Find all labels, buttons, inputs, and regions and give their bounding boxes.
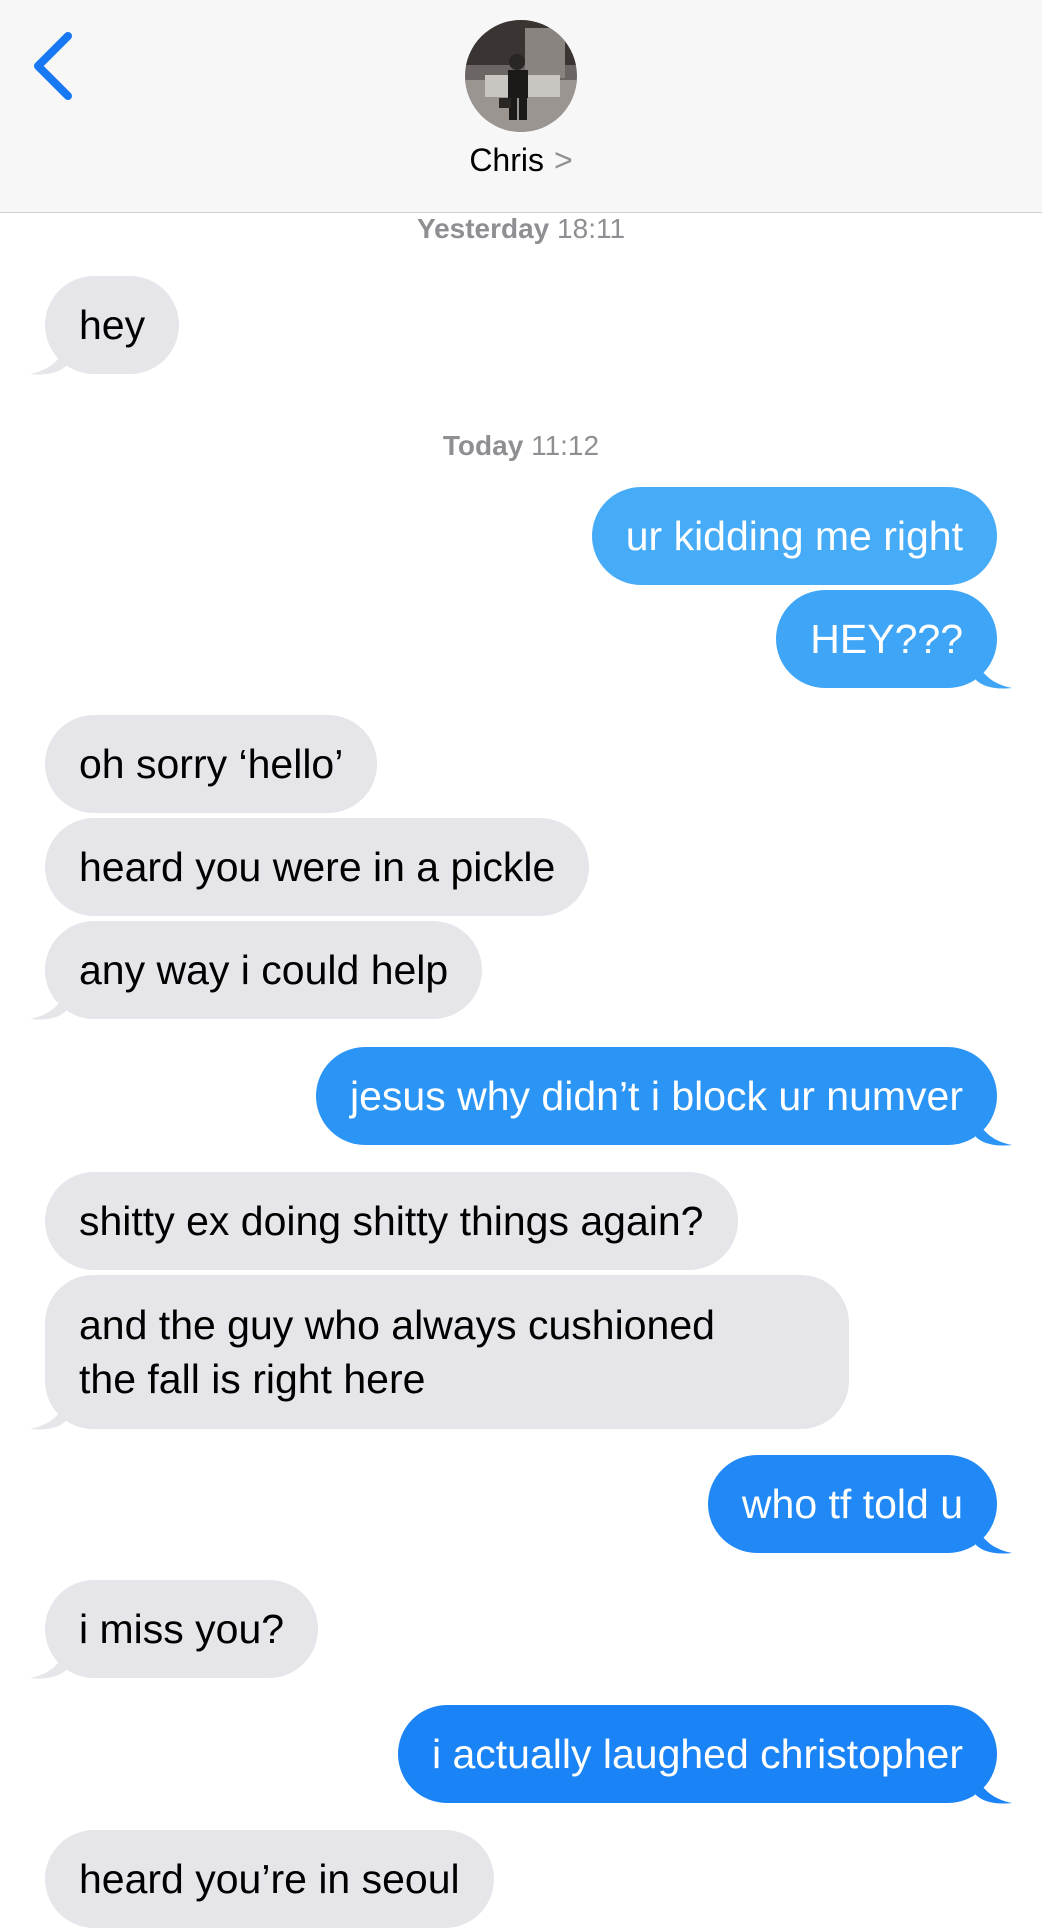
message-text: oh sorry ‘hello’ <box>79 741 344 787</box>
outgoing-message-bubble[interactable]: ur kidding me right <box>591 487 997 585</box>
outgoing-message-bubble[interactable]: who tf told u <box>707 1455 997 1553</box>
outgoing-message-bubble[interactable]: HEY??? <box>776 590 997 688</box>
incoming-bubble-tail <box>30 1650 66 1679</box>
outgoing-bubble-tail <box>976 1775 1012 1804</box>
chevron-right-icon: > <box>553 142 573 178</box>
message-text: heard you’re in seoul <box>79 1856 460 1902</box>
message-text: i actually laughed christopher <box>431 1731 963 1777</box>
message-text: i miss you? <box>79 1606 285 1652</box>
incoming-message-bubble[interactable]: i miss you? <box>45 1580 319 1678</box>
timestamp-day: Yesterday <box>416 213 550 244</box>
incoming-message-bubble[interactable]: any way i could help <box>45 921 483 1019</box>
message-text: HEY??? <box>810 616 963 662</box>
timestamp-time: 18:11 <box>557 213 626 244</box>
message-text: who tf told u <box>741 1481 963 1527</box>
timestamp-time: 11:12 <box>531 430 600 461</box>
incoming-bubble-tail <box>30 991 66 1020</box>
incoming-message-bubble[interactable]: heard you were in a pickle <box>45 818 590 916</box>
outgoing-message-bubble[interactable]: jesus why didn’t i block ur numver <box>316 1047 997 1145</box>
incoming-message-bubble[interactable]: shitty ex doing shitty things again? <box>45 1172 738 1270</box>
incoming-bubble-tail <box>30 346 66 375</box>
back-button[interactable] <box>28 30 78 100</box>
message-text: ur kidding me right <box>625 513 963 559</box>
outgoing-bubble-tail <box>976 1117 1012 1146</box>
timestamp-day: Today <box>442 430 524 461</box>
outgoing-bubble-tail <box>976 1525 1012 1554</box>
outgoing-bubble-tail <box>976 660 1012 689</box>
contact-name: Chris <box>469 142 544 178</box>
conversation-header: Chris > <box>0 0 1042 213</box>
message-text-line: and the guy who always cushioned <box>79 1302 715 1348</box>
incoming-message-bubble[interactable]: oh sorry ‘hello’ <box>45 715 378 813</box>
message-text: heard you were in a pickle <box>79 844 556 890</box>
message-text: hey <box>79 302 146 348</box>
message-text: shitty ex doing shitty things again? <box>79 1198 704 1244</box>
contact-name-button[interactable]: Chris > <box>0 142 1042 179</box>
incoming-message-bubble[interactable]: and the guy who always cushioned the fal… <box>45 1275 849 1429</box>
timestamp: Today 11:12 <box>0 430 1042 462</box>
timestamp: Yesterday 18:11 <box>0 213 1042 245</box>
chevron-left-icon <box>34 32 72 100</box>
message-text-line: the fall is right here <box>79 1356 426 1402</box>
message-text: any way i could help <box>79 947 449 993</box>
avatar[interactable] <box>465 20 577 132</box>
outgoing-message-bubble[interactable]: i actually laughed christopher <box>397 1705 997 1803</box>
incoming-bubble-tail <box>30 1401 66 1430</box>
message-text: jesus why didn’t i block ur numver <box>350 1073 963 1119</box>
incoming-message-bubble[interactable]: heard you’re in seoul <box>45 1830 494 1928</box>
